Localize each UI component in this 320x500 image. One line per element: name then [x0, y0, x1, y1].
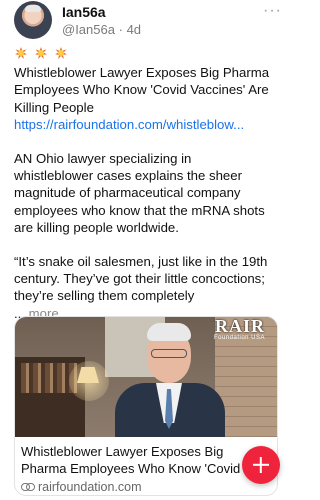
collision-icon: [54, 46, 68, 60]
preview-title: Whistleblower Lawyer Exposes Big Pharma …: [21, 444, 241, 476]
emoji-row: [14, 46, 68, 62]
headline-line: Whistleblower Lawyer Exposes Big Pharma: [14, 65, 270, 80]
paragraph-line: whistleblower cases explains the sheer: [14, 168, 242, 184]
handle[interactable]: @Ian56a: [62, 22, 115, 37]
avatar[interactable]: [14, 1, 52, 39]
more-horizontal-icon[interactable]: ···: [263, 2, 282, 20]
preview-image: RAIR Foundation USA: [15, 317, 277, 437]
preview-domain-row: rairfoundation.com: [21, 480, 271, 494]
paragraph-line: employees who know that the mRNA shots: [14, 202, 265, 218]
post-body: Whistleblower Lawyer Exposes Big Pharma …: [14, 64, 284, 322]
handle-row: @Ian56a · 4d: [62, 22, 141, 37]
paragraph-line: magnitude of pharmaceutical company: [14, 185, 241, 201]
collision-icon: [34, 46, 48, 60]
meta-separator: ·: [118, 22, 123, 37]
paragraph-line: they’re selling them completely: [14, 288, 195, 304]
article-link[interactable]: https://rairfoundation.com/whistleblow..…: [14, 116, 284, 133]
username[interactable]: Ian56a: [62, 4, 106, 20]
paragraph-line: are killing people worldwide.: [14, 220, 179, 236]
headline-line: Employees Who Know 'Covid Vaccines' Are: [14, 82, 269, 98]
preview-domain: rairfoundation.com: [38, 480, 142, 494]
paragraph-line: century. They’ve got their little concoc…: [14, 271, 265, 287]
post-header: Ian56a @Ian56a · 4d ···: [0, 0, 292, 40]
paragraph-line: AN Ohio lawyer specializing in: [14, 150, 192, 166]
paragraph-line: “It’s snake oil salesmen, just like in t…: [14, 253, 268, 269]
headline-line: Killing People: [14, 99, 94, 115]
link-preview-card[interactable]: RAIR Foundation USA Whistleblower Lawyer…: [14, 316, 278, 496]
link-icon: [21, 483, 35, 491]
compose-button[interactable]: [242, 446, 280, 484]
collision-icon: [14, 46, 28, 60]
post-age: 4d: [126, 22, 142, 37]
publisher-logo: RAIR Foundation USA: [213, 317, 265, 341]
